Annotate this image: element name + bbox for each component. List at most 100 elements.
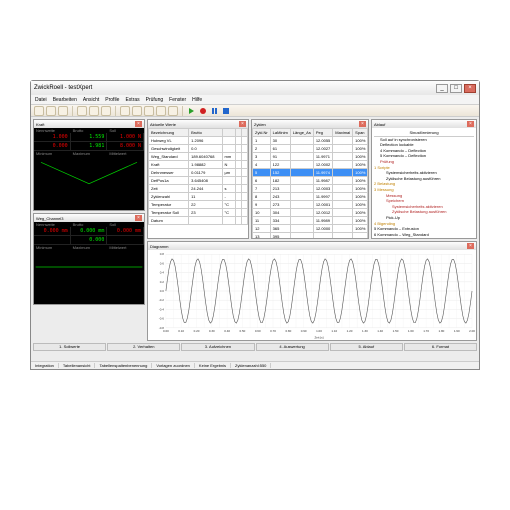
bottom-tabs: 1. Sollwerte 2. Verhalten 3. Aufzeichnen… [33,343,477,351]
mini-plot [35,251,143,283]
close-icon[interactable]: × [135,215,142,221]
procedure-tree[interactable]: SinusförmierungSoll auf in synchronisier… [372,128,476,239]
menu-item[interactable]: Hilfe [192,97,202,103]
svg-text:0.30: 0.30 [209,329,215,333]
tool-b-icon[interactable] [132,106,142,116]
svg-text:-0.2: -0.2 [159,298,164,302]
mini-plot [35,157,143,189]
table-row[interactable]: 824311.9997100% [253,193,368,201]
table-row[interactable]: Temperatur22°C [149,201,248,209]
table-row[interactable]: Weg_Standard189.6040768mm [149,153,248,161]
svg-text:1.70: 1.70 [423,329,429,333]
table-row[interactable]: 618211.9987100% [253,177,368,185]
table-row[interactable]: Zeit24.244s [149,185,248,193]
table-row[interactable]: 412212.0002100% [253,161,368,169]
tab[interactable]: 4. Auswertung [256,343,329,351]
svg-text:0.0: 0.0 [160,289,164,293]
table-row[interactable]: 721312.0003100% [253,185,368,193]
app-title: ZwickRoell - testXpert [34,85,92,91]
tool-paste-icon[interactable] [101,106,111,116]
titlebar[interactable]: ZwickRoell - testXpert _ □ × [31,81,479,95]
tool-c-icon[interactable] [144,106,154,116]
table-row[interactable]: 1236512.0000100% [253,225,368,233]
menu-item[interactable]: Extras [125,97,139,103]
svg-text:0.00: 0.00 [163,329,169,333]
tool-copy-icon[interactable] [89,106,99,116]
table-row[interactable]: Dehnmesser0.01179µm [149,169,248,177]
table-row[interactable]: 515211.9974100% [253,169,368,177]
close-icon[interactable]: × [467,121,474,127]
tool-d-icon[interactable] [156,106,166,116]
table-row[interactable]: Hubweg VL1.2096 [149,137,248,145]
tool-cut-icon[interactable] [77,106,87,116]
tool-a-icon[interactable] [120,106,130,116]
record-icon[interactable] [200,108,206,114]
close-icon[interactable]: × [467,243,474,249]
svg-text:1.10: 1.10 [331,329,337,333]
tree-item[interactable]: 7 Belastung [374,237,474,239]
pause-icon[interactable] [212,108,217,114]
menu-item[interactable]: Bearbeiten [53,97,77,103]
table-row[interactable]: DefPos1a3.645408 [149,177,248,185]
tab[interactable]: 2. Verhalten [107,343,180,351]
menubar: Datei Bearbeiten Ansicht Profile Extras … [31,95,479,105]
close-icon[interactable]: × [135,121,142,127]
svg-text:-0.4: -0.4 [159,307,164,311]
svg-text:1.40: 1.40 [377,329,383,333]
table-row[interactable]: 13395 [253,233,368,240]
maximize-button[interactable]: □ [450,84,462,93]
table-row[interactable]: Zyklenzahl11- [149,193,248,201]
table-row[interactable]: Geschwindigkeit0.0 [149,145,248,153]
svg-text:1.30: 1.30 [362,329,368,333]
tab[interactable]: 5. Ablauf [330,343,403,351]
svg-text:0.6: 0.6 [160,261,164,265]
tab[interactable]: 6. Format [404,343,477,351]
menu-item[interactable]: Profile [105,97,119,103]
diagram-plot[interactable]: -0.8-0.6-0.4-0.20.00.20.40.60.80.000.100… [148,250,476,340]
values-table[interactable]: BezeichnungBruttoHubweg VL1.2096Geschwin… [148,128,248,225]
table-row[interactable]: 1133411.9989100% [253,217,368,225]
table-row[interactable]: Datum [149,217,248,225]
play-icon[interactable] [189,108,194,114]
tool-open-icon[interactable] [46,106,56,116]
menu-item[interactable]: Fenster [169,97,186,103]
table-row[interactable]: Kraft1.98882N [149,161,248,169]
table-row[interactable]: 13012.0055100% [253,137,368,145]
menu-item[interactable]: Prüfung [146,97,164,103]
cycles-table[interactable]: Zykl.NrLaMinimLänge_AsPegMaximalSpan1301… [252,128,368,239]
svg-text:0.70: 0.70 [270,329,276,333]
menu-item[interactable]: Datei [35,97,47,103]
close-icon[interactable]: × [359,121,366,127]
table-row[interactable]: 927312.0001100% [253,201,368,209]
svg-text:1.50: 1.50 [393,329,399,333]
table-row[interactable]: 39111.9971100% [253,153,368,161]
minimize-button[interactable]: _ [436,84,448,93]
svg-text:0.8: 0.8 [160,252,164,256]
svg-text:0.60: 0.60 [255,329,261,333]
tab[interactable]: 1. Sollwerte [33,343,106,351]
table-row[interactable]: Temperatur Soll23°C [149,209,248,217]
svg-text:0.80: 0.80 [285,329,291,333]
menu-item[interactable]: Ansicht [83,97,99,103]
table-row[interactable]: 26112.0027100% [253,145,368,153]
tab[interactable]: 3. Aufzeichnen [181,343,254,351]
svg-text:0.40: 0.40 [224,329,230,333]
stop-icon[interactable] [223,108,229,114]
statusbar: Integration Tabellenansicht Tabellenspal… [31,361,479,369]
svg-text:0.2: 0.2 [160,280,164,284]
panel-cycles: Zyklen× Zykl.NrLaMinimLänge_AsPegMaximal… [251,119,369,239]
panel-title: Weg_Channel3 [36,216,64,221]
svg-text:0.10: 0.10 [178,329,184,333]
close-button[interactable]: × [464,84,476,93]
panel-values: Aktuelle Werte× BezeichnungBruttoHubweg … [147,119,249,239]
tool-e-icon[interactable] [168,106,178,116]
svg-text:1.80: 1.80 [439,329,445,333]
app-window: ZwickRoell - testXpert _ □ × Datei Bearb… [30,80,480,370]
tool-save-icon[interactable] [58,106,68,116]
tool-new-icon[interactable] [34,106,44,116]
svg-text:0.20: 0.20 [194,329,200,333]
svg-text:0.90: 0.90 [301,329,307,333]
close-icon[interactable]: × [239,121,246,127]
table-row[interactable]: 1030412.0012100% [253,209,368,217]
panel-diagram: Diagramm× -0.8-0.6-0.4-0.20.00.20.40.60.… [147,241,477,341]
